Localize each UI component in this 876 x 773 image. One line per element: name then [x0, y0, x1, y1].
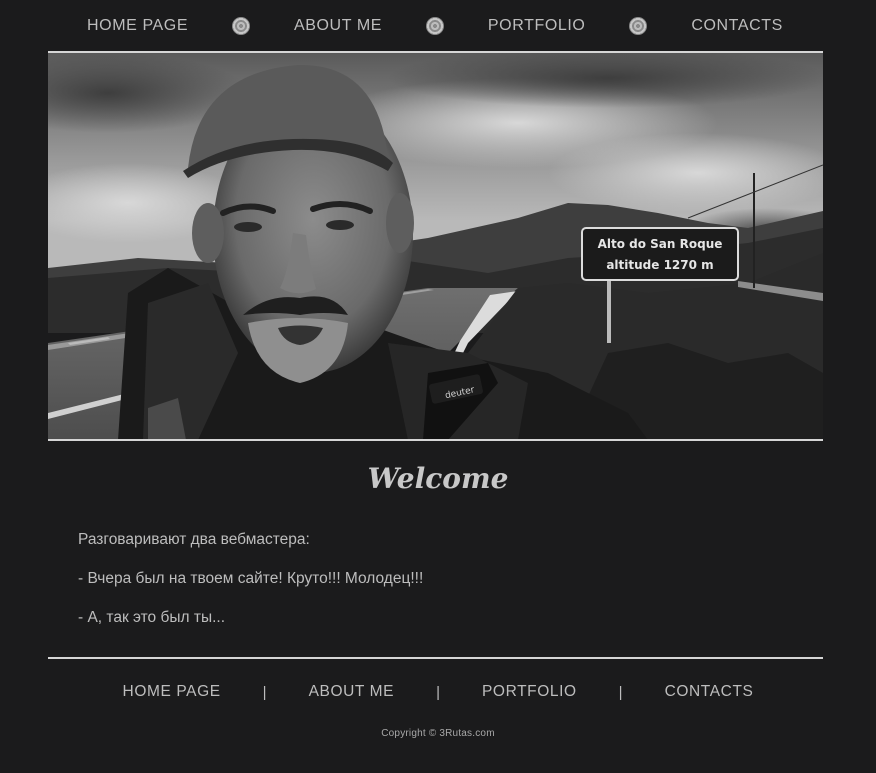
hero-bottom-divider [48, 439, 823, 441]
copyright-text: Copyright © 3Rutas.com [381, 728, 495, 739]
footer-divider [48, 657, 823, 659]
footer-separator: | [262, 683, 267, 701]
paragraph: Разговаривают два вебмастера: [78, 531, 310, 548]
hero-photo: Alto do San Roque altitude 1270 m deuter [48, 53, 823, 440]
ornament-separator-icon [425, 17, 444, 35]
nav-home-link[interactable]: HOME PAGE [87, 17, 188, 35]
paragraph: - А, так это был ты... [78, 609, 226, 626]
ornament-separator-icon [629, 17, 648, 35]
main-content: Разговаривают два вебмастера: - Вчера бы… [78, 530, 798, 647]
page-title: Welcome [367, 462, 509, 495]
top-navigation: HOME PAGE ABOUT ME PORTFOLIO CONTACTS [48, 0, 823, 52]
nav-portfolio-link[interactable]: PORTFOLIO [488, 17, 586, 35]
sign-line-1: Alto do San Roque [598, 237, 723, 251]
nav-contacts-link[interactable]: CONTACTS [691, 17, 783, 35]
paragraph: - Вчера был на твоем сайте! Круто!!! Мол… [78, 570, 424, 587]
footer-about-link[interactable]: ABOUT ME [309, 683, 394, 701]
footer-contacts-link[interactable]: CONTACTS [665, 683, 754, 701]
nav-about-link[interactable]: ABOUT ME [294, 17, 382, 35]
ornament-separator-icon [232, 17, 251, 35]
road-sign: Alto do San Roque altitude 1270 m [581, 227, 739, 281]
footer-navigation: HOME PAGE | ABOUT ME | PORTFOLIO | CONTA… [0, 683, 876, 701]
footer-home-link[interactable]: HOME PAGE [123, 683, 221, 701]
sign-line-2: altitude 1270 m [606, 258, 713, 272]
footer-separator: | [618, 683, 623, 701]
footer-separator: | [436, 683, 440, 701]
footer-portfolio-link[interactable]: PORTFOLIO [482, 683, 577, 701]
page: HOME PAGE ABOUT ME PORTFOLIO CONTACTS Al… [0, 0, 876, 773]
